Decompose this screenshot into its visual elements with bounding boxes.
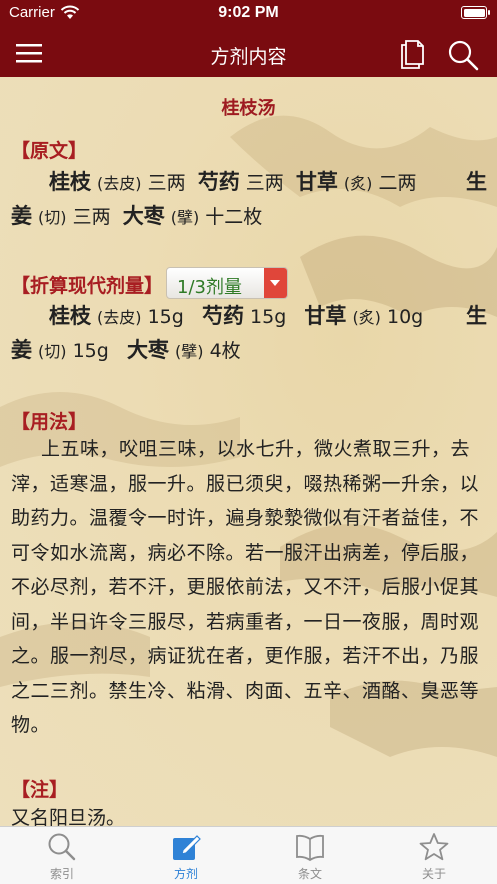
note-heading: 【注】: [11, 779, 69, 801]
tab-label: 条文: [297, 867, 322, 881]
formula-name: 桂枝汤: [221, 98, 276, 119]
tab-label: 方剂: [173, 867, 198, 881]
status-bar: Carrier 9:02 PM: [0, 0, 497, 28]
herb-dose: 三两: [72, 206, 111, 228]
usage-text: 上五味，㕮咀三味，以水七升，微火煮取三升，去滓，适寒温，服一升。服已须臾，啜热稀…: [11, 438, 480, 736]
search-icon: [48, 833, 76, 861]
herb-name: 姜: [11, 204, 32, 228]
herb-prep: (去皮): [97, 308, 142, 327]
herb-dose: 15g: [147, 306, 184, 328]
dosage-dropdown[interactable]: 1/3剂量: [166, 267, 288, 299]
herb-prep: (炙): [352, 308, 381, 327]
herb-prep: (切): [38, 208, 67, 227]
herb-dose: 三两: [147, 172, 186, 194]
search-icon[interactable]: [446, 39, 480, 71]
herb-dose: 二两: [378, 172, 417, 194]
herb-name: 姜: [11, 338, 32, 362]
herb-name: 甘草: [295, 170, 338, 194]
herb-name: 生: [466, 170, 487, 194]
original-text-heading: 【原文】: [11, 140, 88, 162]
document-icon[interactable]: [398, 39, 426, 69]
battery-icon: [461, 6, 490, 19]
herb-name: 生: [466, 304, 487, 328]
modern-dosage-heading: 【折算现代剂量】: [11, 275, 164, 297]
herb-name: 大枣: [126, 338, 169, 362]
usage-heading: 【用法】: [11, 411, 88, 433]
chevron-down-icon: [264, 268, 287, 298]
herb-name: 大枣: [122, 204, 165, 228]
star-icon: [419, 833, 449, 861]
herb-dose: 4枚: [209, 340, 241, 362]
herb-prep: (炙): [343, 174, 373, 193]
status-time: 9:02 PM: [218, 4, 279, 21]
herb-prep: (擘): [175, 342, 204, 361]
herb-dose: 10g: [386, 306, 424, 328]
herb-name: 桂枝: [49, 170, 91, 194]
navigation-bar: 方剂内容: [0, 28, 497, 77]
tab-label: 关于: [421, 867, 446, 881]
modern-herb-list: 桂枝 (去皮) 15g 芍药 15g 甘草 (炙) 10g 生姜 (切) 15g …: [11, 300, 487, 368]
herb-name: 桂枝: [49, 304, 91, 328]
original-herb-list: 桂枝 (去皮) 三两 芍药 三两 甘草 (炙) 二两 生姜 (切) 三两 大枣 (…: [11, 166, 487, 234]
herb-name: 芍药: [197, 170, 240, 194]
tab-formulas[interactable]: 方剂: [124, 827, 248, 884]
note-text: 又名阳旦汤。: [11, 807, 126, 826]
tab-index[interactable]: 索引: [0, 827, 124, 884]
herb-name: 芍药: [201, 304, 244, 328]
herb-prep: (擘): [170, 208, 200, 227]
herb-prep: (去皮): [97, 174, 142, 193]
herb-dose: 三两: [245, 172, 284, 194]
tab-articles[interactable]: 条文: [248, 827, 372, 884]
herb-dose: 十二枚: [205, 206, 263, 228]
herb-name: 甘草: [304, 304, 347, 328]
tab-about[interactable]: 关于: [372, 827, 496, 884]
dosage-dropdown-value: 1/3剂量: [177, 277, 242, 298]
edit-icon: [173, 835, 201, 860]
book-icon: [296, 834, 324, 862]
herb-dose: 15g: [250, 306, 287, 328]
formula-content[interactable]: 桂枝汤 【原文】 桂枝 (去皮) 三两 芍药 三两 甘草 (炙) 二两生姜 (切…: [0, 77, 497, 826]
herb-dose: 15g: [72, 340, 109, 362]
tab-bar: 索引 方剂 条文 关于: [0, 826, 497, 884]
tab-label: 索引: [49, 867, 74, 881]
herb-prep: (切): [38, 342, 67, 361]
